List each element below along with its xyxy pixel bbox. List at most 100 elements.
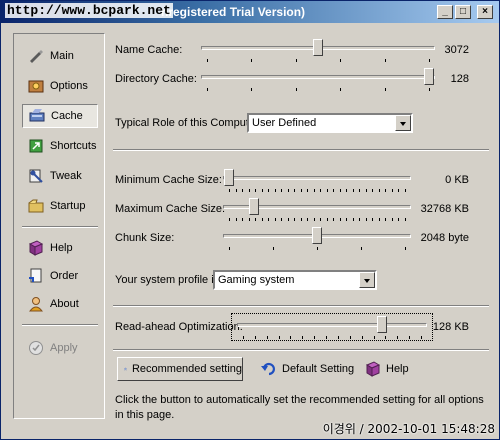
slider-tick — [405, 218, 406, 221]
sidebar-item-startup[interactable]: Startup — [22, 194, 98, 218]
slider-thumb[interactable] — [224, 169, 234, 186]
slider-tick — [317, 247, 318, 250]
slider-tick — [391, 218, 393, 221]
help-book-icon — [365, 361, 381, 377]
slider-thumb[interactable] — [313, 39, 323, 56]
sidebar: Main Options Cache Shortcuts Tweak Start… — [13, 33, 105, 419]
name-cache-value: 3072 — [444, 44, 469, 56]
system-profile-select[interactable]: Gaming system — [213, 270, 377, 290]
slider-thumb[interactable] — [376, 316, 387, 333]
max-cache-slider[interactable] — [223, 198, 411, 221]
sidebar-item-label: Shortcuts — [50, 140, 97, 152]
slider-tick — [295, 59, 297, 62]
slider-tick — [346, 218, 348, 221]
slider-tick — [391, 189, 393, 192]
sidebar-divider — [22, 226, 98, 228]
chevron-down-icon[interactable] — [359, 272, 375, 288]
chevron-down-icon[interactable] — [395, 115, 411, 131]
default-setting-button[interactable]: Default Setting — [255, 357, 355, 381]
slider-tick — [333, 218, 335, 221]
read-ahead-slider[interactable] — [237, 316, 427, 339]
slider-tick — [333, 189, 335, 192]
slider-tick — [405, 189, 406, 192]
slider-tick — [313, 218, 315, 221]
slider-tick — [349, 336, 351, 339]
sidebar-item-cache[interactable]: Cache — [22, 104, 98, 128]
sidebar-item-about[interactable]: About — [22, 292, 98, 316]
recommended-setting-button[interactable]: Recommended setting — [117, 357, 243, 381]
sidebar-item-order[interactable]: Order — [22, 264, 98, 288]
slider-tick — [243, 336, 244, 339]
directory-cache-slider[interactable] — [201, 68, 435, 91]
sidebar-item-label: Main — [50, 50, 74, 62]
help-button[interactable]: Help — [359, 357, 419, 381]
chunk-size-slider[interactable] — [223, 227, 411, 250]
typical-role-label: Typical Role of this Computer — [115, 117, 259, 129]
slider-tick — [229, 189, 230, 192]
slider-ticks — [223, 247, 411, 251]
slider-tick — [307, 189, 309, 192]
name-cache-slider[interactable] — [201, 39, 435, 62]
section-divider — [113, 149, 489, 151]
slider-tick — [405, 247, 406, 250]
close-button[interactable]: × — [477, 5, 493, 19]
slider-tick — [378, 189, 380, 192]
slider-tick — [207, 59, 208, 62]
slider-tick — [378, 218, 380, 221]
date-stamp: 이경위 / 2002-10-01 15:48:28 — [322, 422, 495, 436]
slider-tick — [251, 88, 253, 91]
title-bar[interactable]: nregistered Trial Version) http://www.bc… — [1, 1, 499, 23]
options-icon — [28, 80, 44, 93]
undo-arrow-icon — [261, 362, 275, 376]
default-setting-label: Default Setting — [282, 363, 355, 375]
slider-tick — [294, 218, 296, 221]
about-icon — [28, 297, 44, 312]
slider-tick — [384, 88, 386, 91]
slider-tick — [339, 189, 341, 192]
directory-cache-value: 128 — [450, 73, 469, 85]
tweak-icon — [29, 169, 43, 183]
sidebar-item-label: Apply — [50, 342, 78, 354]
sidebar-item-options[interactable]: Options — [22, 74, 98, 98]
slider-thumb[interactable] — [424, 68, 434, 85]
max-cache-value: 32768 KB — [420, 203, 469, 215]
slider-tick — [242, 218, 244, 221]
window-title: nregistered Trial Version) — [161, 5, 306, 19]
slider-ticks — [201, 88, 435, 92]
slider-tick — [340, 59, 342, 62]
sidebar-divider — [22, 324, 98, 326]
slider-tick — [385, 189, 387, 192]
slider-tick — [352, 189, 354, 192]
typical-role-select[interactable]: User Defined — [247, 113, 413, 133]
sidebar-item-label: Tweak — [50, 170, 82, 182]
slider-tick — [266, 336, 268, 339]
maximize-button[interactable]: □ — [455, 5, 471, 19]
sidebar-item-tweak[interactable]: Tweak — [22, 164, 98, 188]
shortcuts-icon — [29, 139, 43, 153]
sidebar-item-help[interactable]: Help — [22, 236, 98, 260]
slider-tick — [385, 218, 387, 221]
slider-tick — [359, 218, 361, 221]
slider-tick — [373, 336, 375, 339]
slider-tick — [229, 218, 230, 221]
section-divider — [113, 305, 489, 307]
slider-thumb[interactable] — [312, 227, 322, 244]
slider-track — [237, 323, 427, 327]
slider-tick — [281, 189, 283, 192]
sidebar-item-shortcuts[interactable]: Shortcuts — [22, 134, 98, 158]
chunk-size-value: 2048 byte — [420, 232, 469, 244]
slider-tick — [340, 88, 342, 91]
slider-tick — [421, 336, 422, 339]
star-icon — [124, 367, 127, 371]
min-cache-slider[interactable] — [223, 169, 411, 192]
slider-thumb[interactable] — [248, 198, 259, 215]
slider-tick — [337, 336, 339, 339]
slider-tick — [352, 218, 354, 221]
slider-tick — [385, 336, 387, 339]
slider-tick — [326, 336, 328, 339]
minimize-button[interactable]: _ — [437, 5, 453, 19]
sidebar-item-apply[interactable]: Apply — [22, 336, 98, 360]
slider-tick — [287, 218, 289, 221]
sidebar-item-main[interactable]: Main — [22, 44, 98, 68]
slider-tick — [268, 189, 270, 192]
